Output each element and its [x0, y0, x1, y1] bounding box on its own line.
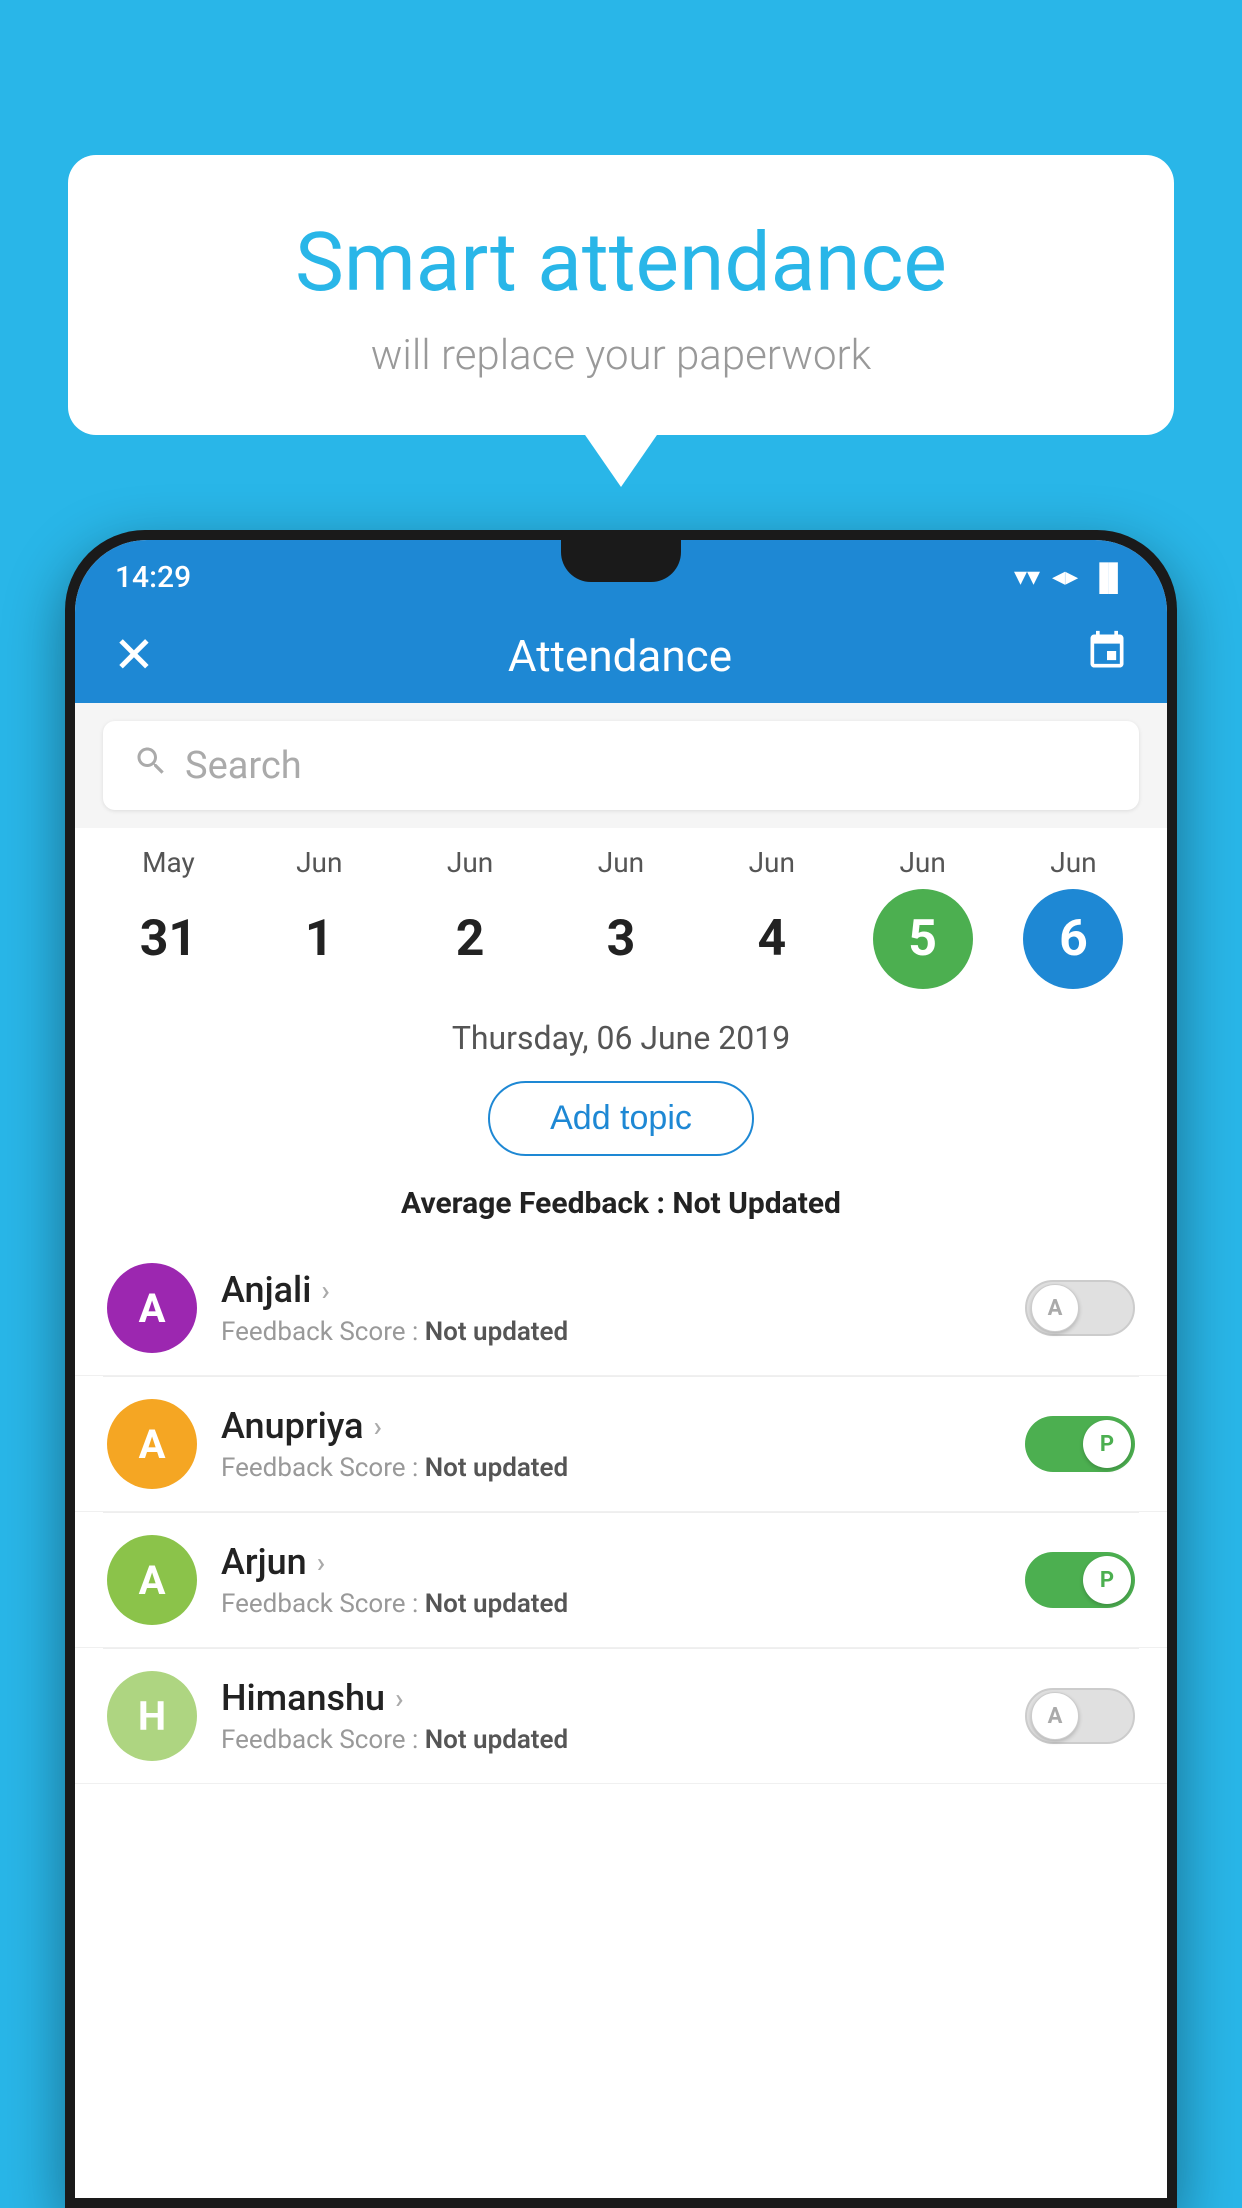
cal-date: 3 — [571, 889, 671, 989]
feedback-score: Feedback Score : Not updated — [221, 1589, 1001, 1619]
close-icon[interactable]: ✕ — [113, 626, 155, 685]
search-placeholder: Search — [185, 744, 302, 788]
student-name[interactable]: Arjun › — [221, 1541, 1001, 1583]
app-bar: ✕ Attendance — [75, 608, 1167, 703]
student-name[interactable]: Anupriya › — [221, 1405, 1001, 1447]
feedback-score: Feedback Score : Not updated — [221, 1317, 1001, 1347]
search-container: Search — [75, 703, 1167, 828]
signal-icon: ◂▸ — [1052, 562, 1078, 592]
notch — [561, 540, 681, 582]
toggle-knob: A — [1031, 1692, 1079, 1740]
speech-bubble-subtitle: will replace your paperwork — [118, 331, 1124, 380]
cal-date: 2 — [420, 889, 520, 989]
cal-month: May — [142, 846, 195, 879]
toggle-container[interactable]: A — [1025, 1280, 1135, 1336]
attendance-toggle[interactable]: A — [1025, 1280, 1135, 1336]
chevron-icon: › — [374, 1410, 382, 1443]
feedback-score: Feedback Score : Not updated — [221, 1725, 1001, 1755]
chevron-icon: › — [317, 1546, 325, 1579]
student-item: A Anjali › Feedback Score : Not updated A — [75, 1241, 1167, 1376]
toggle-container[interactable]: A — [1025, 1688, 1135, 1744]
calendar-icon[interactable] — [1085, 629, 1129, 683]
student-item: H Himanshu › Feedback Score : Not updated A — [75, 1649, 1167, 1784]
search-bar[interactable]: Search — [103, 721, 1139, 810]
add-topic-button[interactable]: Add topic — [488, 1081, 754, 1156]
app-bar-title: Attendance — [508, 630, 732, 682]
calendar-day[interactable]: Jun 1 — [259, 846, 379, 989]
calendar-day[interactable]: Jun 4 — [712, 846, 832, 989]
calendar-day[interactable]: Jun 2 — [410, 846, 530, 989]
cal-month: Jun — [598, 846, 644, 879]
status-icons: ▾▾ ◂▸ ▐▌ — [1014, 562, 1127, 593]
speech-bubble-container: Smart attendance will replace your paper… — [68, 155, 1174, 435]
toggle-container[interactable]: P — [1025, 1416, 1135, 1472]
avatar: A — [107, 1399, 197, 1489]
chevron-icon: › — [395, 1682, 403, 1715]
average-feedback: Average Feedback : Not Updated — [75, 1176, 1167, 1241]
cal-date: 31 — [118, 889, 218, 989]
cal-date: 4 — [722, 889, 822, 989]
add-topic-container: Add topic — [75, 1071, 1167, 1176]
calendar-day[interactable]: May 31 — [108, 846, 228, 989]
student-item: A Anupriya › Feedback Score : Not updated P — [75, 1377, 1167, 1512]
phone-frame: 14:29 ▾▾ ◂▸ ▐▌ ✕ Attendance — [65, 530, 1177, 2208]
toggle-knob: P — [1083, 1556, 1131, 1604]
calendar-day[interactable]: Jun 3 — [561, 846, 681, 989]
speech-bubble: Smart attendance will replace your paper… — [68, 155, 1174, 435]
cal-date: 6 — [1023, 889, 1123, 989]
student-info: Anupriya › Feedback Score : Not updated — [221, 1405, 1001, 1483]
chevron-icon: › — [321, 1274, 329, 1307]
cal-month: Jun — [447, 846, 493, 879]
student-item: A Arjun › Feedback Score : Not updated P — [75, 1513, 1167, 1648]
cal-month: Jun — [296, 846, 342, 879]
calendar-day[interactable]: Jun 5 — [863, 846, 983, 989]
feedback-score: Feedback Score : Not updated — [221, 1453, 1001, 1483]
student-info: Arjun › Feedback Score : Not updated — [221, 1541, 1001, 1619]
avg-feedback-value: Not Updated — [672, 1186, 841, 1221]
phone-screen: 14:29 ▾▾ ◂▸ ▐▌ ✕ Attendance — [75, 540, 1167, 2198]
wifi-icon: ▾▾ — [1014, 562, 1040, 592]
calendar-row: May 31 Jun 1 Jun 2 Jun 3 Jun 4 Jun 5 Jun 6 — [75, 828, 1167, 997]
status-time: 14:29 — [115, 560, 191, 595]
student-info: Anjali › Feedback Score : Not updated — [221, 1269, 1001, 1347]
cal-month: Jun — [749, 846, 795, 879]
avg-feedback-label: Average Feedback : — [401, 1186, 672, 1221]
attendance-toggle[interactable]: P — [1025, 1416, 1135, 1472]
student-name[interactable]: Himanshu › — [221, 1677, 1001, 1719]
cal-month: Jun — [1050, 846, 1096, 879]
attendance-toggle[interactable]: P — [1025, 1552, 1135, 1608]
student-list: AAnjali ›Feedback Score : Not updatedAAA… — [75, 1241, 1167, 1784]
speech-bubble-title: Smart attendance — [118, 215, 1124, 311]
student-info: Himanshu › Feedback Score : Not updated — [221, 1677, 1001, 1755]
cal-date: 1 — [269, 889, 369, 989]
calendar-day[interactable]: Jun 6 — [1013, 846, 1133, 989]
cal-month: Jun — [899, 846, 945, 879]
battery-icon: ▐▌ — [1090, 562, 1127, 593]
avatar: A — [107, 1263, 197, 1353]
avatar: H — [107, 1671, 197, 1761]
cal-date: 5 — [873, 889, 973, 989]
toggle-knob: A — [1031, 1284, 1079, 1332]
student-name[interactable]: Anjali › — [221, 1269, 1001, 1311]
toggle-knob: P — [1083, 1420, 1131, 1468]
attendance-toggle[interactable]: A — [1025, 1688, 1135, 1744]
toggle-container[interactable]: P — [1025, 1552, 1135, 1608]
avatar: A — [107, 1535, 197, 1625]
search-icon — [133, 743, 169, 788]
selected-date: Thursday, 06 June 2019 — [75, 997, 1167, 1071]
